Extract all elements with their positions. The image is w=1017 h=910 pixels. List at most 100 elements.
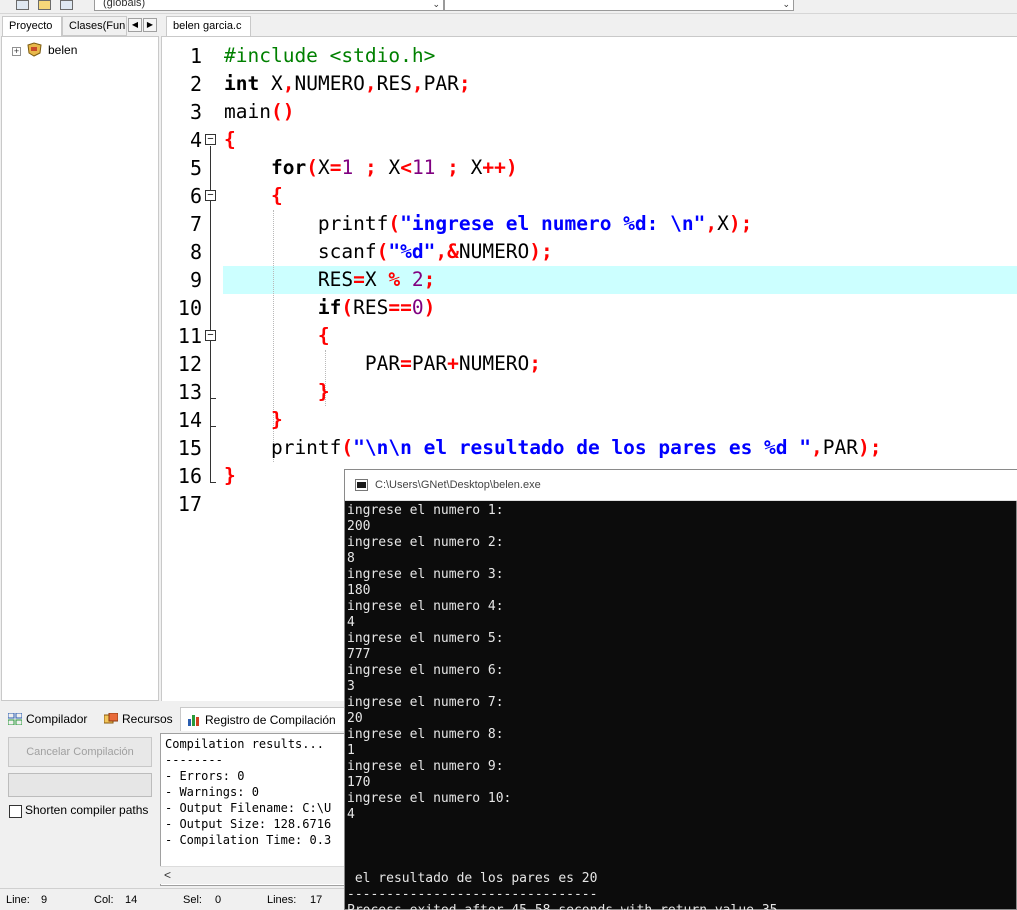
console-line: 20: [347, 711, 363, 726]
bottom-panel-tabs: Compilador Recursos Registro de Compilac…: [0, 705, 346, 731]
tab-compilador[interactable]: Compilador: [2, 707, 98, 731]
log-line: - Output Filename: C:\U: [165, 801, 332, 815]
console-line: 200: [347, 519, 371, 534]
line-number: 8: [189, 240, 202, 264]
bar-chart-icon: [188, 715, 199, 726]
console-app-icon: [355, 479, 368, 491]
fold-toggle-icon[interactable]: −: [205, 134, 216, 145]
compile-controls: Cancelar Compilación Shorten compiler pa…: [0, 731, 160, 886]
console-title: C:\Users\GNet\Desktop\belen.exe: [375, 479, 541, 491]
code-line[interactable]: main(): [224, 98, 294, 126]
scope-selector[interactable]: (globals) ⌄: [94, 0, 444, 11]
code-line[interactable]: printf("\n\n el resultado de los pares e…: [224, 434, 882, 462]
log-line: - Compilation Time: 0.3: [165, 833, 332, 847]
project-icon: [27, 42, 42, 57]
code-line[interactable]: printf("ingrese el numero %d: \n",X);: [224, 210, 752, 238]
project-options-icon[interactable]: [16, 0, 29, 10]
project-tree-panel: + belen: [1, 36, 159, 701]
line-number: 3: [189, 100, 202, 124]
console-line: ingrese el numero 6:: [347, 663, 504, 678]
code-line[interactable]: for(X=1 ; X<11 ; X++): [224, 154, 518, 182]
console-line: 777: [347, 647, 371, 662]
status-col-label: Col:: [94, 894, 114, 906]
console-line: ingrese el numero 1:: [347, 503, 504, 518]
code-line[interactable]: }: [224, 406, 283, 434]
code-line[interactable]: }: [224, 378, 330, 406]
scope-value: (globals): [103, 0, 146, 9]
fold-toggle-icon[interactable]: −: [205, 330, 216, 341]
console-line: ingrese el numero 9:: [347, 759, 504, 774]
log-line: --------: [165, 753, 223, 767]
tab-proyecto[interactable]: Proyecto: [2, 16, 62, 36]
line-number: 1: [189, 44, 202, 68]
open-project-icon[interactable]: [38, 0, 51, 10]
line-number: 9: [189, 268, 202, 292]
compile-log[interactable]: Compilation results... -------- - Errors…: [160, 733, 346, 886]
dev-cpp-window: (globals) ⌄ ⌄ Proyecto Clases(Fun ◀ ▶ + …: [0, 0, 1017, 910]
expand-icon[interactable]: +: [12, 47, 21, 56]
console-line: ingrese el numero 4:: [347, 599, 504, 614]
status-line-label: Line:: [6, 894, 30, 906]
console-line: ingrese el numero 2:: [347, 535, 504, 550]
save-project-icon[interactable]: [60, 0, 73, 10]
toolbar: (globals) ⌄ ⌄: [0, 0, 1017, 14]
shorten-paths-checkbox[interactable]: [9, 805, 22, 818]
code-line[interactable]: PAR=PAR+NUMERO;: [224, 350, 541, 378]
status-sel-value: 0: [215, 894, 222, 906]
line-number: 17: [177, 492, 202, 516]
grid-icon: [8, 713, 22, 725]
scroll-left-icon[interactable]: <: [164, 868, 171, 882]
tab-registro-de-compilacion[interactable]: Registro de Compilación: [180, 707, 346, 731]
line-number: 13: [177, 380, 202, 404]
code-line[interactable]: int X,NUMERO,RES,PAR;: [224, 70, 471, 98]
tab-label: Compilador: [26, 712, 88, 726]
cancel-compile-button[interactable]: Cancelar Compilación: [8, 737, 152, 767]
console-output[interactable]: ingrese el numero 1: 200 ingrese el numero…: [347, 502, 1017, 910]
status-sel-label: Sel:: [183, 894, 202, 906]
console-line: --------------------------------: [347, 887, 598, 902]
tree-item-belen[interactable]: belen: [48, 43, 77, 57]
tab-clases[interactable]: Clases(Fun: [62, 16, 127, 36]
console-line: ingrese el numero 8:: [347, 727, 504, 742]
tab-label: Recursos: [122, 712, 173, 726]
fold-end-marker: [210, 482, 216, 483]
log-line: - Errors: 0: [165, 769, 245, 783]
console-line: 4: [347, 615, 355, 630]
fold-end-marker: [210, 426, 216, 427]
line-number: 5: [189, 156, 202, 180]
chevron-down-icon: ⌄: [432, 0, 440, 9]
console-window[interactable]: C:\Users\GNet\Desktop\belen.exe ingrese …: [344, 469, 1017, 910]
line-number: 11: [177, 324, 202, 348]
chevron-down-icon: ⌄: [782, 0, 790, 9]
tab-scroll-right-icon[interactable]: ▶: [143, 18, 157, 32]
shorten-paths-label: Shorten compiler paths: [25, 803, 149, 817]
fold-toggle-icon[interactable]: −: [205, 190, 216, 201]
code-line[interactable]: {: [224, 182, 283, 210]
code-line[interactable]: if(RES==0): [224, 294, 435, 322]
code-line[interactable]: #include <stdio.h>: [224, 42, 435, 70]
console-line: 1: [347, 743, 355, 758]
status-lines-label: Lines:: [267, 894, 297, 906]
resources-icon: [104, 713, 118, 724]
line-number: 7: [189, 212, 202, 236]
function-selector[interactable]: ⌄: [444, 0, 794, 11]
line-number: 4: [189, 128, 202, 152]
code-line[interactable]: RES=X % 2;: [224, 266, 435, 294]
console-titlebar[interactable]: C:\Users\GNet\Desktop\belen.exe: [345, 470, 1017, 501]
console-line: el resultado de los pares es 20: [347, 871, 598, 886]
code-line[interactable]: scanf("%d",&NUMERO);: [224, 238, 553, 266]
line-number: 12: [177, 352, 202, 376]
log-line: Compilation results...: [165, 737, 324, 751]
code-line[interactable]: {: [224, 126, 236, 154]
code-line[interactable]: {: [224, 322, 330, 350]
log-line: - Warnings: 0: [165, 785, 259, 799]
console-line: ingrese el numero 7:: [347, 695, 504, 710]
console-line: ingrese el numero 10:: [347, 791, 512, 806]
tab-belen-garcia-c[interactable]: belen garcia.c: [166, 16, 251, 36]
console-line: 4: [347, 807, 355, 822]
tab-scroll-left-icon[interactable]: ◀: [128, 18, 142, 32]
tab-recursos[interactable]: Recursos: [98, 707, 178, 731]
console-line: 8: [347, 551, 355, 566]
log-horizontal-scrollbar[interactable]: <: [160, 866, 346, 884]
code-line[interactable]: }: [224, 462, 236, 490]
